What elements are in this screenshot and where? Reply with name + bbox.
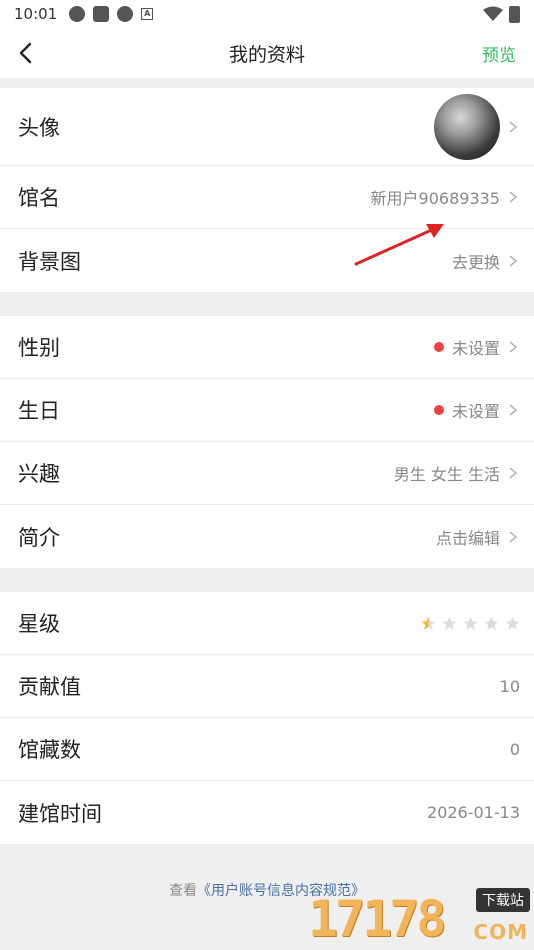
- unset-dot: [433, 342, 444, 352]
- interest-label: 兴趣: [18, 462, 60, 486]
- interest-value: 男生 女生 生活: [393, 465, 500, 484]
- chevron-right-icon: [509, 341, 518, 353]
- annotation-arrow-icon: [354, 224, 444, 266]
- app-notification-icon: [93, 6, 110, 22]
- watermark-number: 17178: [308, 890, 447, 948]
- background-label: 背景图: [18, 249, 81, 274]
- back-arrow-icon[interactable]: [14, 40, 40, 66]
- interest-row[interactable]: 兴趣 男生 女生 生活: [0, 442, 534, 505]
- level-row: 星级: [0, 592, 534, 655]
- birthday-row[interactable]: 生日 未设置: [0, 379, 534, 442]
- watermark-tag: 下载站: [476, 888, 530, 912]
- interest-right: 男生 女生 生活: [394, 442, 520, 504]
- battery-icon: [509, 5, 520, 23]
- contribution-right: 10: [500, 655, 520, 717]
- intro-row[interactable]: 简介 点击编辑: [0, 505, 534, 568]
- contribution-label: 贡献值: [18, 675, 81, 699]
- gender-right: 未设置: [433, 316, 520, 378]
- founded-row: 建馆时间 2026-01-13: [0, 781, 534, 844]
- name-value: 新用户90689335: [370, 189, 500, 208]
- a-notification-icon: A: [141, 8, 154, 20]
- profile-stats-section: 星级 贡献值 10 馆藏数 0 建馆时间 2026-01-13: [0, 592, 534, 844]
- site-watermark: 17178 下载站 COM: [308, 886, 530, 948]
- chevron-right-icon: [509, 530, 518, 543]
- background-row[interactable]: 背景图 去更换: [0, 229, 534, 292]
- level-label: 星级: [18, 612, 60, 636]
- contribution-row: 贡献值 10: [0, 655, 534, 718]
- chevron-right-icon: [509, 467, 518, 479]
- contribution-value: 10: [499, 676, 520, 696]
- birthday-right: 未设置: [433, 379, 520, 441]
- status-icons: [483, 5, 520, 23]
- nav-bar: 我的资料 预览: [0, 28, 534, 78]
- founded-label: 建馆时间: [18, 801, 102, 826]
- founded-right: 2026-01-13: [427, 781, 520, 844]
- status-bar: 10:01 A: [0, 0, 534, 28]
- page-title: 我的资料: [228, 43, 305, 66]
- star-icon: [421, 616, 436, 630]
- name-label: 馆名: [18, 186, 60, 210]
- chevron-right-icon: [509, 254, 518, 267]
- intro-value: 点击编辑: [435, 528, 500, 548]
- profile-basic-section: 头像 馆名 新用户90689335 背景图 去更换: [0, 88, 534, 292]
- chevron-right-icon: [509, 191, 518, 203]
- avatar-label: 头像: [18, 115, 60, 140]
- avatar-row[interactable]: 头像: [0, 88, 534, 166]
- star-rating: [421, 616, 520, 631]
- app-notification-icon: [69, 6, 86, 22]
- birthday-label: 生日: [18, 399, 60, 423]
- level-right: [421, 592, 520, 654]
- avatar-right: [434, 88, 520, 165]
- gender-row[interactable]: 性别 未设置: [0, 316, 534, 379]
- founded-value: 2026-01-13: [427, 803, 520, 822]
- watermark-domain: COM: [473, 920, 528, 944]
- star-icon: [442, 616, 457, 630]
- status-time: 10:01: [14, 5, 58, 23]
- footer-prefix: 查看: [169, 883, 197, 899]
- unset-dot: [433, 405, 444, 415]
- star-icon: [505, 616, 520, 630]
- background-right: 去更换: [452, 229, 520, 292]
- wifi-icon: [483, 6, 503, 21]
- collection-right: 0: [510, 718, 520, 780]
- app-notification-icon: [117, 6, 134, 22]
- chevron-right-icon: [509, 404, 518, 416]
- background-value: 去更换: [451, 252, 500, 272]
- star-icon: [463, 616, 478, 630]
- profile-detail-section: 性别 未设置 生日 未设置 兴趣 男生 女生 生活 简介 点击编辑: [0, 316, 534, 568]
- gender-value: 未设置: [451, 339, 500, 358]
- birthday-value: 未设置: [451, 402, 500, 421]
- intro-right: 点击编辑: [436, 505, 520, 568]
- name-row[interactable]: 馆名 新用户90689335: [0, 166, 534, 229]
- chevron-right-icon: [509, 120, 518, 133]
- star-icon: [484, 616, 499, 630]
- intro-label: 简介: [18, 525, 60, 550]
- collection-label: 馆藏数: [18, 738, 81, 762]
- collection-value: 0: [509, 739, 520, 759]
- avatar: [434, 93, 500, 160]
- collection-row: 馆藏数 0: [0, 718, 534, 781]
- gender-label: 性别: [18, 336, 60, 360]
- preview-button[interactable]: 预览: [482, 41, 516, 66]
